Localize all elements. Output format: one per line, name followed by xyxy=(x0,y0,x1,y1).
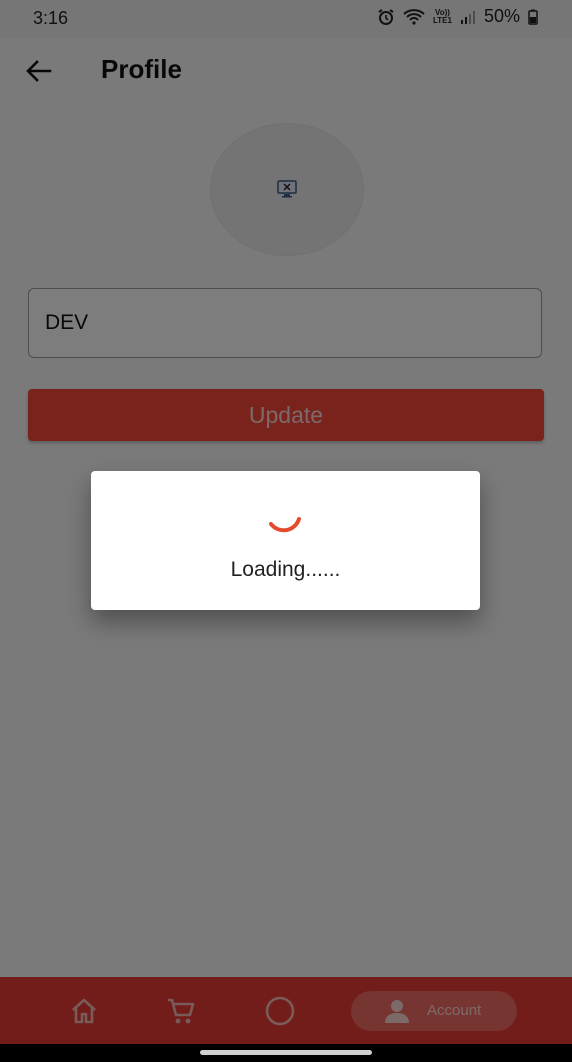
system-nav-bar xyxy=(0,1044,572,1062)
home-indicator[interactable] xyxy=(200,1050,372,1055)
loading-dialog: Loading...... xyxy=(91,471,480,610)
loading-text: Loading...... xyxy=(230,558,341,581)
loading-spinner-icon xyxy=(258,501,314,546)
